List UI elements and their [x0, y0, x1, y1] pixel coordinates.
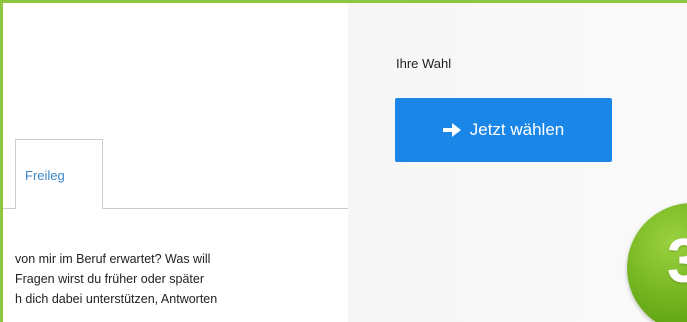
paragraph-line: von mir im Beruf erwartet? Was will [15, 252, 211, 266]
tab-divider-gap [16, 208, 102, 209]
main-content-panel: Freileg von mir im Beruf erwartet? Was w… [3, 3, 348, 322]
choose-now-button[interactable]: Jetzt wählen [395, 98, 612, 162]
paragraph-line: Fragen wirst du früher oder später [15, 272, 204, 286]
content-frame: Freileg von mir im Beruf erwartet? Was w… [0, 0, 687, 322]
tab-label: Freileg [25, 168, 65, 183]
tab-freileg[interactable]: Freileg [15, 139, 103, 209]
step-number: 3 [667, 231, 687, 293]
arrow-right-icon [442, 123, 461, 137]
choice-label: Ihre Wahl [396, 56, 452, 71]
paragraph-line: h dich dabei unterstützen, Antworten [15, 292, 218, 306]
intro-paragraph: von mir im Beruf erwartet? Was will Frag… [15, 249, 335, 309]
choose-now-label: Jetzt wählen [469, 120, 565, 139]
